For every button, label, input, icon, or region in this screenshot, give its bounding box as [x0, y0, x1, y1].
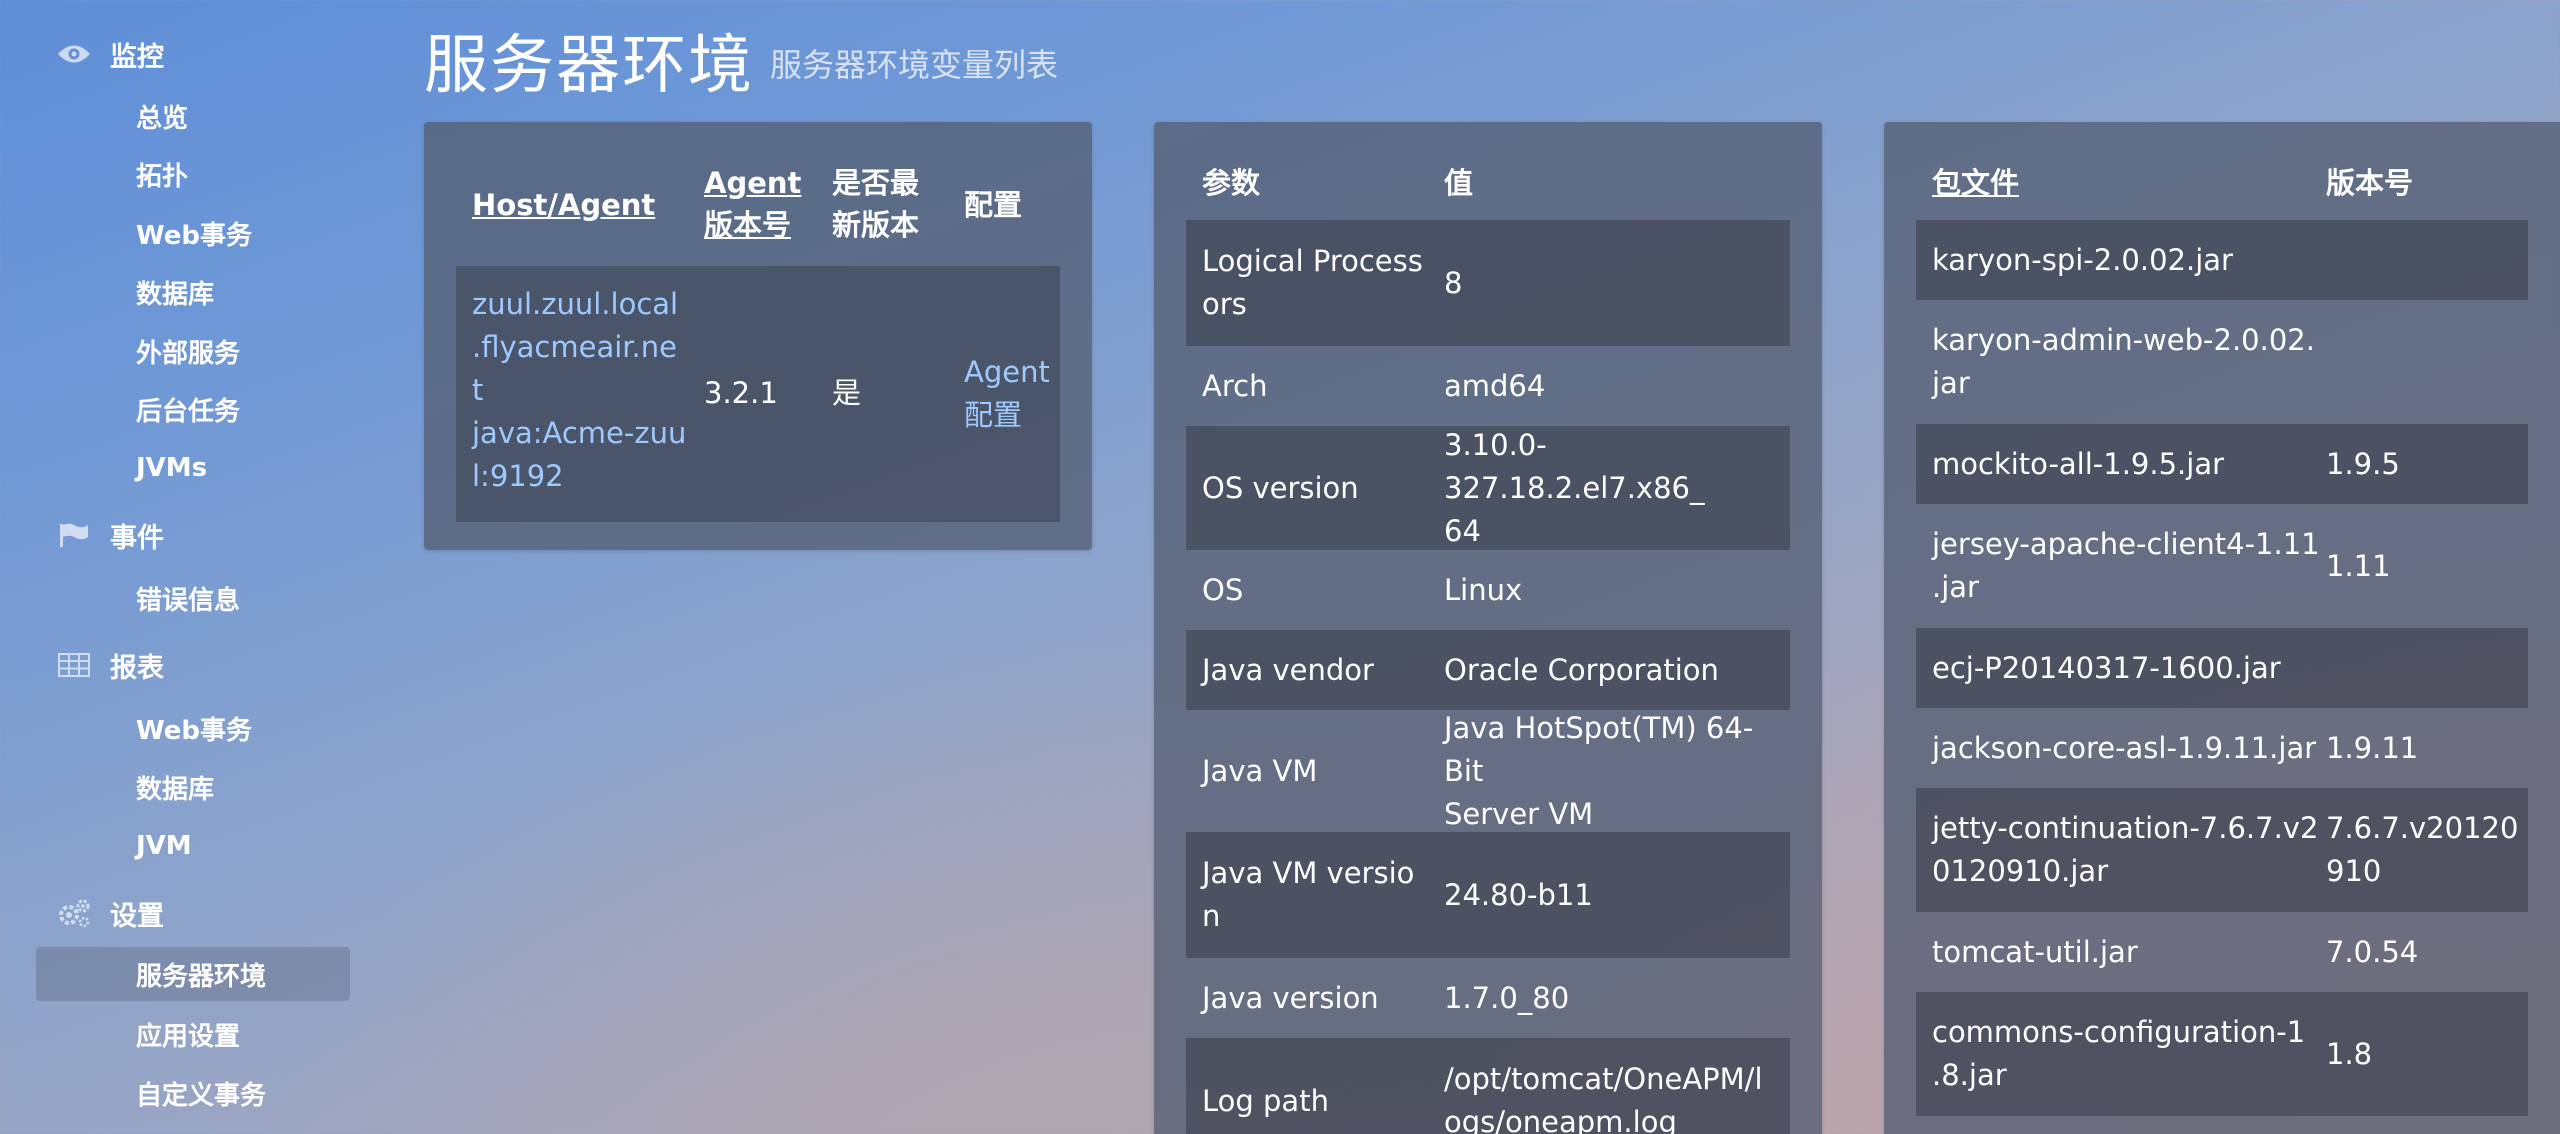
param-value: /opt/tomcat/OneAPM/l ogs/oneapm.log	[1444, 1062, 1763, 1134]
sidebar-section-label: 事件	[110, 522, 164, 554]
column-header-latest: 是否最 新版本	[832, 166, 920, 242]
sidebar-section-monitor[interactable]: 监控	[56, 34, 164, 74]
sidebar-section-label: 设置	[110, 900, 164, 932]
param-name: Log path	[1202, 1083, 1329, 1118]
sidebar-item-external-services[interactable]: 外部服务	[136, 331, 240, 371]
package-file: ecj-P20140317-1600.jar	[1932, 650, 2281, 685]
sidebar-section-reports[interactable]: 报表	[56, 645, 164, 685]
table-row: jetty-continuation-7.6.7.v2 0120910.jar …	[1916, 788, 2528, 912]
package-version: 7.6.7.v20120 910	[2326, 811, 2519, 888]
column-header-host[interactable]: Host/Agent	[472, 184, 655, 226]
param-name: Java version	[1202, 980, 1379, 1015]
param-name: Java VM	[1202, 753, 1318, 788]
param-value: 24.80-b11	[1444, 877, 1593, 912]
package-version: 1.11	[2326, 548, 2391, 583]
host-link[interactable]: zuul.zuul.local .flyacmeair.ne t java:Ac…	[472, 283, 686, 498]
param-name: Logical Process ors	[1202, 244, 1423, 321]
page-subtitle: 服务器环境变量列表	[770, 46, 1059, 84]
column-header-file[interactable]: 包文件	[1932, 162, 2019, 204]
param-value: amd64	[1444, 368, 1546, 403]
sidebar-item-database[interactable]: 数据库	[136, 272, 214, 312]
sidebar-item-errors[interactable]: 错误信息	[136, 578, 240, 618]
table-row: Arch amd64	[1186, 346, 1790, 426]
package-version: 7.0.54	[2326, 934, 2419, 969]
table-row: jersey-apache-client4-1.11 .jar 1.11	[1916, 504, 2528, 628]
package-file: tomcat-util.jar	[1932, 934, 2138, 969]
sidebar-section-label: 报表	[110, 652, 164, 684]
agent-version-value: 3.2.1	[704, 376, 778, 410]
package-file: commons-configuration-1 .8.jar	[1932, 1015, 2306, 1092]
package-file: jackson-core-asl-1.9.11.jar	[1932, 730, 2317, 765]
param-value: 1.7.0_80	[1444, 980, 1570, 1015]
sidebar-item-custom-transactions[interactable]: 自定义事务	[136, 1073, 266, 1113]
package-version: 1.8	[2326, 1036, 2373, 1071]
column-header-version: 版本号	[2326, 166, 2414, 200]
param-name: Java vendor	[1202, 652, 1374, 687]
sidebar-section-events[interactable]: 事件	[56, 515, 164, 555]
table-row: OS version 3.10.0-327.18.2.el7.x86_ 64	[1186, 426, 1790, 550]
param-name: Java VM versio n	[1202, 856, 1415, 933]
package-file: jersey-apache-client4-1.11 .jar	[1932, 527, 2320, 604]
sidebar-item-report-database[interactable]: 数据库	[136, 767, 214, 807]
page-title: 服务器环境	[424, 29, 754, 103]
eye-icon	[56, 38, 92, 70]
table-row: mockito-all-1.9.5.jar 1.9.5	[1916, 424, 2528, 504]
packages-panel: 包文件 版本号 karyon-spi-2.0.02.jar karyon-adm…	[1884, 122, 2560, 1134]
sidebar-item-overview[interactable]: 总览	[136, 96, 188, 136]
package-file: karyon-spi-2.0.02.jar	[1932, 242, 2233, 277]
sidebar-item-web-transactions[interactable]: Web事务	[136, 213, 252, 253]
sidebar-item-topology[interactable]: 拓扑	[136, 154, 188, 194]
sidebar-section-settings[interactable]: 设置	[56, 893, 164, 933]
table-row: ecj-P20140317-1600.jar	[1916, 628, 2528, 708]
parameters-panel: 参数 值 Logical Process ors 8 Arch amd64 OS…	[1154, 122, 1822, 1134]
table-row: Java VM Java HotSpot(TM) 64-Bit Server V…	[1186, 710, 1790, 832]
package-file: karyon-admin-web-2.0.02. jar	[1932, 323, 2315, 400]
sidebar-item-app-settings[interactable]: 应用设置	[136, 1014, 240, 1054]
sidebar-item-report-jvm[interactable]: JVM	[136, 826, 192, 866]
column-header-value: 值	[1444, 166, 1474, 200]
param-value: 3.10.0-327.18.2.el7.x86_ 64	[1444, 427, 1705, 548]
agent-config-link[interactable]: Agent 配置	[964, 351, 1050, 437]
param-name: OS version	[1202, 470, 1359, 505]
flag-icon	[56, 519, 92, 551]
gears-icon	[56, 897, 92, 929]
param-name: OS	[1202, 572, 1244, 607]
table-row: Log path /opt/tomcat/OneAPM/l ogs/oneapm…	[1186, 1038, 1790, 1134]
param-value: Oracle Corporation	[1444, 652, 1719, 687]
param-value: Java HotSpot(TM) 64-Bit Server VM	[1444, 710, 1754, 831]
table-row: zuul.zuul.local .flyacmeair.ne t java:Ac…	[456, 266, 1060, 522]
table-row: karyon-admin-web-2.0.02. jar	[1916, 300, 2528, 424]
table-row: commons-configuration-1 .8.jar 1.8	[1916, 992, 2528, 1116]
table-row: Logical Process ors 8	[1186, 220, 1790, 346]
column-header-param: 参数	[1202, 166, 1261, 200]
param-name: Arch	[1202, 368, 1268, 403]
sidebar-item-jvms[interactable]: JVMs	[136, 448, 207, 488]
package-file: jetty-continuation-7.6.7.v2 0120910.jar	[1932, 811, 2319, 888]
table-row: OS Linux	[1186, 550, 1790, 630]
host-agent-panel: Host/Agent Agent 版本号 是否最 新版本 配置 zuul.zuu…	[424, 122, 1092, 550]
package-file: mockito-all-1.9.5.jar	[1932, 446, 2225, 481]
param-value: Linux	[1444, 572, 1523, 607]
table-row: karyon-spi-2.0.02.jar	[1916, 220, 2528, 300]
sidebar: 监控 总览 拓扑 Web事务 数据库 外部服务 后台任务 JVMs 事件 错误信…	[0, 0, 360, 1134]
table-row: Java version 1.7.0_80	[1186, 958, 1790, 1038]
column-header-config: 配置	[964, 188, 1023, 222]
table-row: tomcat-util.jar 7.0.54	[1916, 912, 2528, 992]
param-value: 8	[1444, 265, 1463, 300]
sidebar-item-report-web-transactions[interactable]: Web事务	[136, 708, 252, 748]
sidebar-section-label: 监控	[110, 41, 164, 73]
sidebar-item-background-tasks[interactable]: 后台任务	[136, 389, 240, 429]
table-row: Java VM versio n 24.80-b11	[1186, 832, 1790, 958]
column-header-agent-version[interactable]: Agent 版本号	[704, 162, 801, 246]
table-row: Java vendor Oracle Corporation	[1186, 630, 1790, 710]
package-version: 1.9.5	[2326, 446, 2400, 481]
sidebar-item-server-environment[interactable]: 服务器环境	[36, 947, 350, 1001]
table-icon	[56, 649, 92, 681]
latest-version-value: 是	[832, 376, 862, 410]
package-version: 1.9.11	[2326, 730, 2419, 765]
table-row: jackson-core-asl-1.9.11.jar 1.9.11	[1916, 708, 2528, 788]
